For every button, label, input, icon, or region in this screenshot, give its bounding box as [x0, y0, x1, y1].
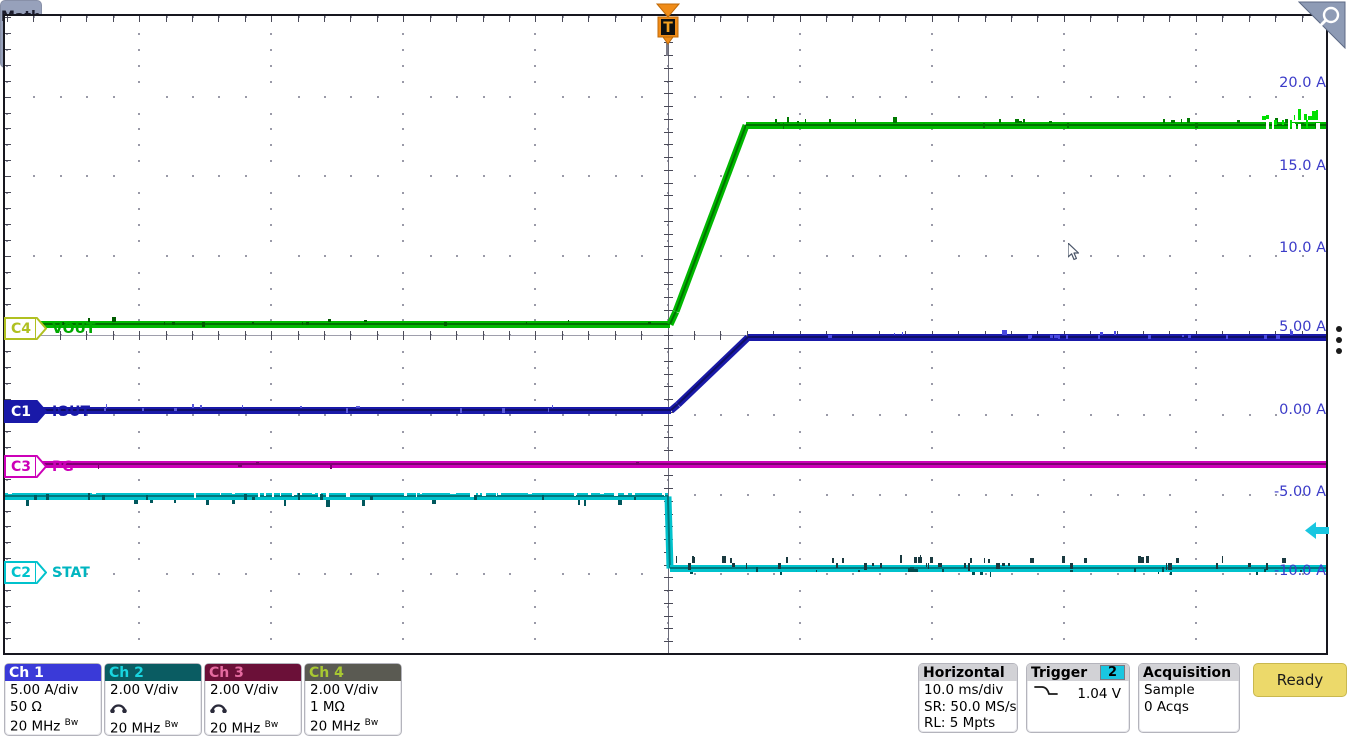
- channel-panel-header-ch3: Ch 3: [205, 664, 301, 681]
- channel-badge-label-c1: IOUT: [52, 403, 91, 420]
- axis-label-1: 15.0 A: [1279, 158, 1326, 174]
- axis-label-0: 20.0 A: [1279, 75, 1326, 91]
- probe-icon: [210, 700, 227, 718]
- more-options-handle[interactable]: [1336, 326, 1345, 354]
- channel-panel-ch4[interactable]: Ch 4 2.00 V/div 1 MΩ 20 MHz Bw: [304, 663, 402, 736]
- channel-panel-title-ch1: Ch 1: [9, 664, 44, 681]
- ch2-bandwidth: 20 MHz Bw: [110, 720, 179, 737]
- channel-panel-header-ch1: Ch 1: [5, 664, 101, 681]
- channel-panel-header-ch4: Ch 4: [305, 664, 401, 681]
- ch4-bandwidth: 20 MHz Bw: [310, 718, 379, 735]
- ch4-coupling: 1 MΩ: [310, 698, 345, 715]
- mouse-pointer-icon: [1067, 242, 1081, 261]
- trigger-source-badge[interactable]: 2: [1099, 665, 1125, 680]
- dot-2: [1336, 337, 1342, 343]
- horizontal-scale: 10.0 ms/div: [924, 682, 1004, 698]
- trigger-marker-letter: T: [663, 20, 673, 36]
- channel-badge-label-c2: STAT: [52, 564, 90, 581]
- acquisition-title: Acquisition: [1143, 664, 1232, 681]
- channel-badge-c1[interactable]: C1 IOUT: [4, 400, 90, 423]
- ch3-coupling: [210, 699, 296, 718]
- trigger-position-marker[interactable]: T: [655, 0, 681, 46]
- channel-badge-id-c2: C2: [4, 561, 36, 584]
- bw-suffix-ch2: Bw: [164, 720, 179, 730]
- falling-edge-icon: [1034, 684, 1058, 704]
- ch1-scale: 5.00 A/div: [10, 682, 79, 698]
- channel-badge-label-c3: PG: [52, 458, 74, 475]
- horizontal-sample-rate: SR: 50.0 MS/s: [924, 698, 1017, 715]
- axis-label-5: -5.00 A: [1273, 484, 1326, 500]
- probe-icon: [110, 700, 127, 718]
- trigger-title: Trigger: [1031, 664, 1088, 681]
- channel-badge-arrow-c3: [35, 455, 48, 478]
- channel-badge-arrow-c2: [35, 561, 48, 584]
- ch3-scale: 2.00 V/div: [210, 682, 279, 698]
- acquisition-panel-header: Acquisition: [1139, 664, 1239, 681]
- channel-badge-arrow-c1: [35, 400, 48, 423]
- axis-label-4: 0.00 A: [1279, 402, 1326, 418]
- ch2-scale: 2.00 V/div: [110, 682, 179, 698]
- trigger-panel[interactable]: Trigger 2 1.04 V: [1026, 663, 1130, 733]
- horizontal-panel-header: Horizontal: [919, 664, 1017, 681]
- channel-badge-id-c4: C4: [4, 317, 36, 340]
- axis-label-3: 5.00 A: [1279, 319, 1326, 335]
- channel-badge-id-c3: C3: [4, 455, 36, 478]
- horizontal-title: Horizontal: [923, 664, 1005, 681]
- horizontal-panel[interactable]: Horizontal 10.0 ms/div SR: 50.0 MS/s RL:…: [918, 663, 1018, 733]
- trigger-level-value: 1.04 V: [1077, 685, 1121, 702]
- bw-suffix-ch4: Bw: [364, 718, 379, 728]
- ch1-bandwidth: 20 MHz Bw: [10, 718, 79, 735]
- trigger-level-arrow[interactable]: [1305, 521, 1329, 540]
- ch3-bandwidth: 20 MHz Bw: [210, 720, 279, 737]
- run-status-button[interactable]: Ready: [1253, 663, 1347, 697]
- oscilloscope-screen: T 20.0 A 15.0 A 10.0 A 5.00 A 0.00 A -5.00 A -…: [0, 0, 1350, 737]
- axis-label-2: 10.0 A: [1279, 240, 1326, 256]
- channel-panel-title-ch3: Ch 3: [209, 664, 244, 681]
- acquisition-mode: Sample: [1144, 682, 1195, 698]
- ch1-coupling: 50 Ω: [10, 698, 42, 715]
- channel-panel-title-ch4: Ch 4: [309, 664, 344, 681]
- horizontal-record-length: RL: 5 Mpts: [924, 715, 996, 731]
- acquisition-count: 0 Acqs: [1144, 698, 1189, 715]
- channel-panel-header-ch2: Ch 2: [105, 664, 201, 681]
- run-status-label: Ready: [1276, 671, 1324, 689]
- channel-badge-c4[interactable]: C4 VOUT: [4, 317, 95, 340]
- dot-1: [1336, 326, 1342, 332]
- channel-badge-c2[interactable]: C2 STAT: [4, 561, 90, 584]
- ch2-coupling: [110, 699, 196, 718]
- channel-badge-id-c1: C1: [4, 400, 36, 423]
- zoom-overview-icon[interactable]: [1297, 1, 1346, 50]
- channel-panel-ch1[interactable]: Ch 1 5.00 A/div 50 Ω 20 MHz Bw: [4, 663, 102, 736]
- channel-panel-ch2[interactable]: Ch 2 2.00 V/div 20 MHz Bw: [104, 663, 202, 737]
- ch4-scale: 2.00 V/div: [310, 682, 379, 698]
- channel-panel-ch3[interactable]: Ch 3 2.00 V/div 20 MHz Bw: [204, 663, 302, 737]
- dot-3: [1336, 348, 1342, 354]
- bw-suffix-ch1: Bw: [64, 718, 79, 728]
- acquisition-panel[interactable]: Acquisition Sample 0 Acqs: [1138, 663, 1240, 733]
- channel-panel-title-ch2: Ch 2: [109, 664, 144, 681]
- trigger-panel-header: Trigger 2: [1027, 664, 1129, 681]
- waveform-graticule[interactable]: [3, 14, 1328, 655]
- channel-badge-c3[interactable]: C3 PG: [4, 455, 74, 478]
- bw-suffix-ch3: Bw: [264, 720, 279, 730]
- channel-badge-arrow-c4: [35, 317, 48, 340]
- channel-badge-label-c4: VOUT: [52, 320, 96, 337]
- axis-label-6: -10.0 A: [1273, 563, 1326, 579]
